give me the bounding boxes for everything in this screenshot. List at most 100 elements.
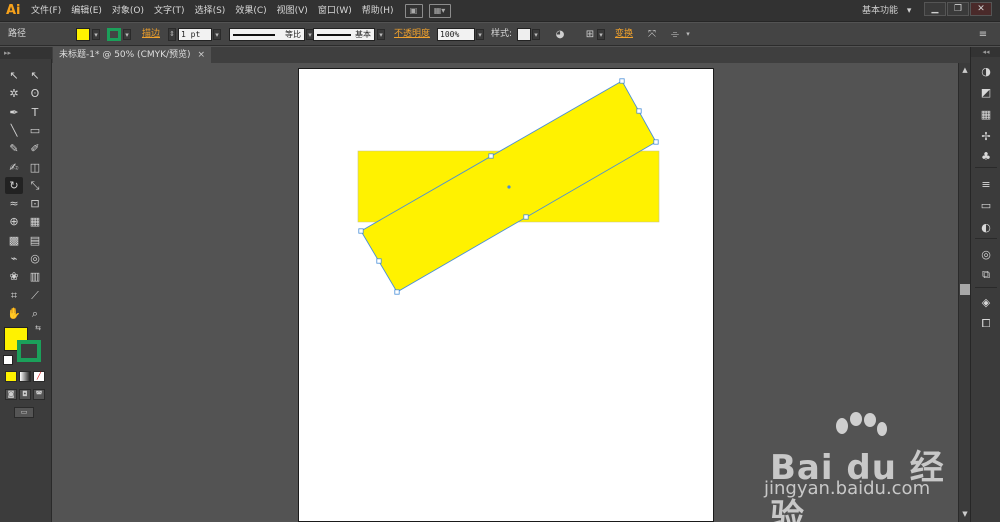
symbols-panel-icon[interactable]: ♣ (977, 148, 995, 165)
recolor-artwork-icon[interactable]: ◕ (553, 28, 567, 41)
draw-normal-button[interactable]: ◙ (5, 389, 17, 400)
artboard-tool-icon[interactable]: ⌗ (5, 287, 23, 304)
scroll-down-icon[interactable]: ▼ (960, 509, 970, 519)
gradient-tool-icon[interactable]: ▤ (26, 232, 44, 249)
stroke-panel-icon[interactable]: ≡ (977, 176, 995, 193)
bridge-icon[interactable]: ▣ (404, 3, 423, 18)
pen-tool-icon[interactable]: ✒ (5, 104, 23, 121)
graphic-style-swatch[interactable] (517, 28, 531, 41)
anchor-point[interactable] (394, 289, 400, 295)
opacity-dropdown[interactable]: ▾ (476, 29, 484, 40)
type-tool-icon[interactable]: T (26, 104, 44, 121)
mesh-tool-icon[interactable]: ▩ (5, 232, 23, 249)
fill-dropdown[interactable]: ▾ (92, 29, 100, 40)
color-panel-icon[interactable]: ◑ (977, 63, 995, 80)
swap-fill-stroke-icon[interactable]: ⇆ (33, 324, 43, 334)
opacity-panel-link[interactable]: 不透明度 (394, 23, 430, 46)
document-tab[interactable]: 未标题-1* @ 50% (CMYK/预览) × (53, 47, 211, 63)
warp-tool-icon[interactable]: ≈ (5, 195, 23, 212)
appearance-panel-icon[interactable]: ◎ (977, 246, 995, 263)
opacity-field[interactable]: 100% (437, 28, 475, 41)
screen-mode-button[interactable]: ▭ (14, 407, 34, 418)
fill-swatch[interactable] (76, 28, 90, 41)
menu-edit[interactable]: 编辑(E) (66, 0, 107, 22)
close-icon[interactable]: × (197, 47, 205, 63)
arrange-documents-icon[interactable]: ▦▾ (428, 3, 451, 18)
menu-type[interactable]: 文字(T) (149, 0, 190, 22)
menu-help[interactable]: 帮助(H) (357, 0, 399, 22)
options-dropdown[interactable]: ▾ (684, 29, 692, 40)
align-dropdown[interactable]: ▾ (597, 29, 605, 40)
stroke-swatch[interactable] (107, 28, 121, 41)
gradient-mode-button[interactable] (19, 371, 31, 382)
zoom-tool-icon[interactable]: ⌕ (26, 305, 44, 322)
perspective-grid-tool-icon[interactable]: ▦ (26, 213, 44, 230)
stroke-panel-link[interactable]: 描边 (142, 23, 160, 46)
transform-panel-link[interactable]: 变换 (615, 23, 633, 46)
pencil-tool-icon[interactable]: ✐ (26, 140, 44, 157)
eraser-tool-icon[interactable]: ◫ (26, 159, 44, 176)
none-mode-button[interactable]: ╱ (33, 371, 45, 382)
transparency-panel-icon[interactable]: ◐ (977, 219, 995, 236)
stroke-weight-field[interactable]: 1 pt (178, 28, 212, 41)
scroll-up-icon[interactable]: ▲ (960, 65, 970, 75)
graphic-style-dropdown[interactable]: ▾ (532, 29, 540, 40)
panel-menu-icon[interactable]: ≡ (976, 28, 990, 41)
anchor-point[interactable] (619, 78, 625, 84)
slice-tool-icon[interactable]: ⟋ (26, 287, 44, 304)
direct-selection-tool-icon[interactable]: ↖ (26, 67, 44, 84)
menu-view[interactable]: 视图(V) (272, 0, 313, 22)
menu-file[interactable]: 文件(F) (26, 0, 66, 22)
blend-tool-icon[interactable]: ◎ (26, 250, 44, 267)
brush-definition[interactable]: 基本 (313, 28, 375, 41)
menu-window[interactable]: 窗口(W) (313, 0, 357, 22)
document-setup-icon[interactable]: ⌯ (668, 28, 682, 41)
anchor-point[interactable] (653, 139, 659, 145)
stroke-color-swatch[interactable] (17, 340, 41, 362)
artboards-panel-icon[interactable]: ⧠ (977, 315, 995, 332)
shape-builder-tool-icon[interactable]: ⊕ (5, 213, 23, 230)
restore-button[interactable]: ❐ (947, 2, 969, 16)
scrollbar-thumb[interactable] (960, 284, 970, 295)
menu-select[interactable]: 选择(S) (190, 0, 231, 22)
rotate-tool-icon[interactable]: ↻ (5, 176, 23, 194)
anchor-point[interactable] (523, 214, 529, 220)
menu-object[interactable]: 对象(O) (107, 0, 149, 22)
scale-tool-icon[interactable]: ⤡ (26, 177, 44, 194)
minimize-button[interactable]: ▁ (924, 2, 946, 16)
line-tool-icon[interactable]: ╲ (5, 122, 23, 139)
layers-panel-icon[interactable]: ◈ (977, 294, 995, 311)
hand-tool-icon[interactable]: ✋ (5, 305, 23, 322)
isolate-object-icon[interactable]: ⤧ (645, 28, 659, 41)
anchor-point[interactable] (488, 153, 494, 159)
anchor-point[interactable] (376, 258, 382, 264)
stroke-weight-dropdown[interactable]: ▾ (213, 29, 221, 40)
free-transform-tool-icon[interactable]: ⊡ (26, 195, 44, 212)
variable-width-profile[interactable]: 等比 (229, 28, 305, 41)
workspace-switcher[interactable]: 基本功能 ▾ (862, 3, 911, 19)
anchor-point[interactable] (636, 108, 642, 114)
selection-tool-icon[interactable]: ↖ (5, 67, 23, 84)
anchor-point[interactable] (358, 228, 364, 234)
stroke-dropdown[interactable]: ▾ (123, 29, 131, 40)
symbol-sprayer-tool-icon[interactable]: ❀ (5, 268, 23, 285)
draw-behind-button[interactable]: ◘ (19, 389, 31, 400)
panel-dock-grip[interactable]: ◂◂ (971, 47, 1000, 57)
brushes-panel-icon[interactable]: ✢ (977, 128, 995, 145)
eyedropper-tool-icon[interactable]: ⌁ (5, 250, 23, 267)
column-graph-tool-icon[interactable]: ▥ (26, 268, 44, 285)
graphic-styles-panel-icon[interactable]: ⧉ (977, 266, 995, 283)
align-grid-icon[interactable]: ⊞ (583, 28, 597, 41)
default-colors-icon[interactable] (3, 355, 13, 365)
gradient-panel-icon[interactable]: ▭ (977, 197, 995, 214)
swatches-panel-icon[interactable]: ▦ (977, 106, 995, 123)
magic-wand-tool-icon[interactable]: ✲ (5, 85, 23, 102)
draw-inside-button[interactable]: ◚ (33, 389, 45, 400)
menu-effect[interactable]: 效果(C) (230, 0, 271, 22)
blob-brush-tool-icon[interactable]: ✍ (5, 159, 23, 176)
lasso-tool-icon[interactable]: ʘ (26, 85, 44, 102)
stroke-weight-stepper[interactable]: ⇕ (168, 28, 176, 41)
color-mode-button[interactable] (5, 371, 17, 382)
tools-panel-grip[interactable]: ▸▸ (0, 47, 52, 59)
color-guide-panel-icon[interactable]: ◩ (977, 84, 995, 101)
